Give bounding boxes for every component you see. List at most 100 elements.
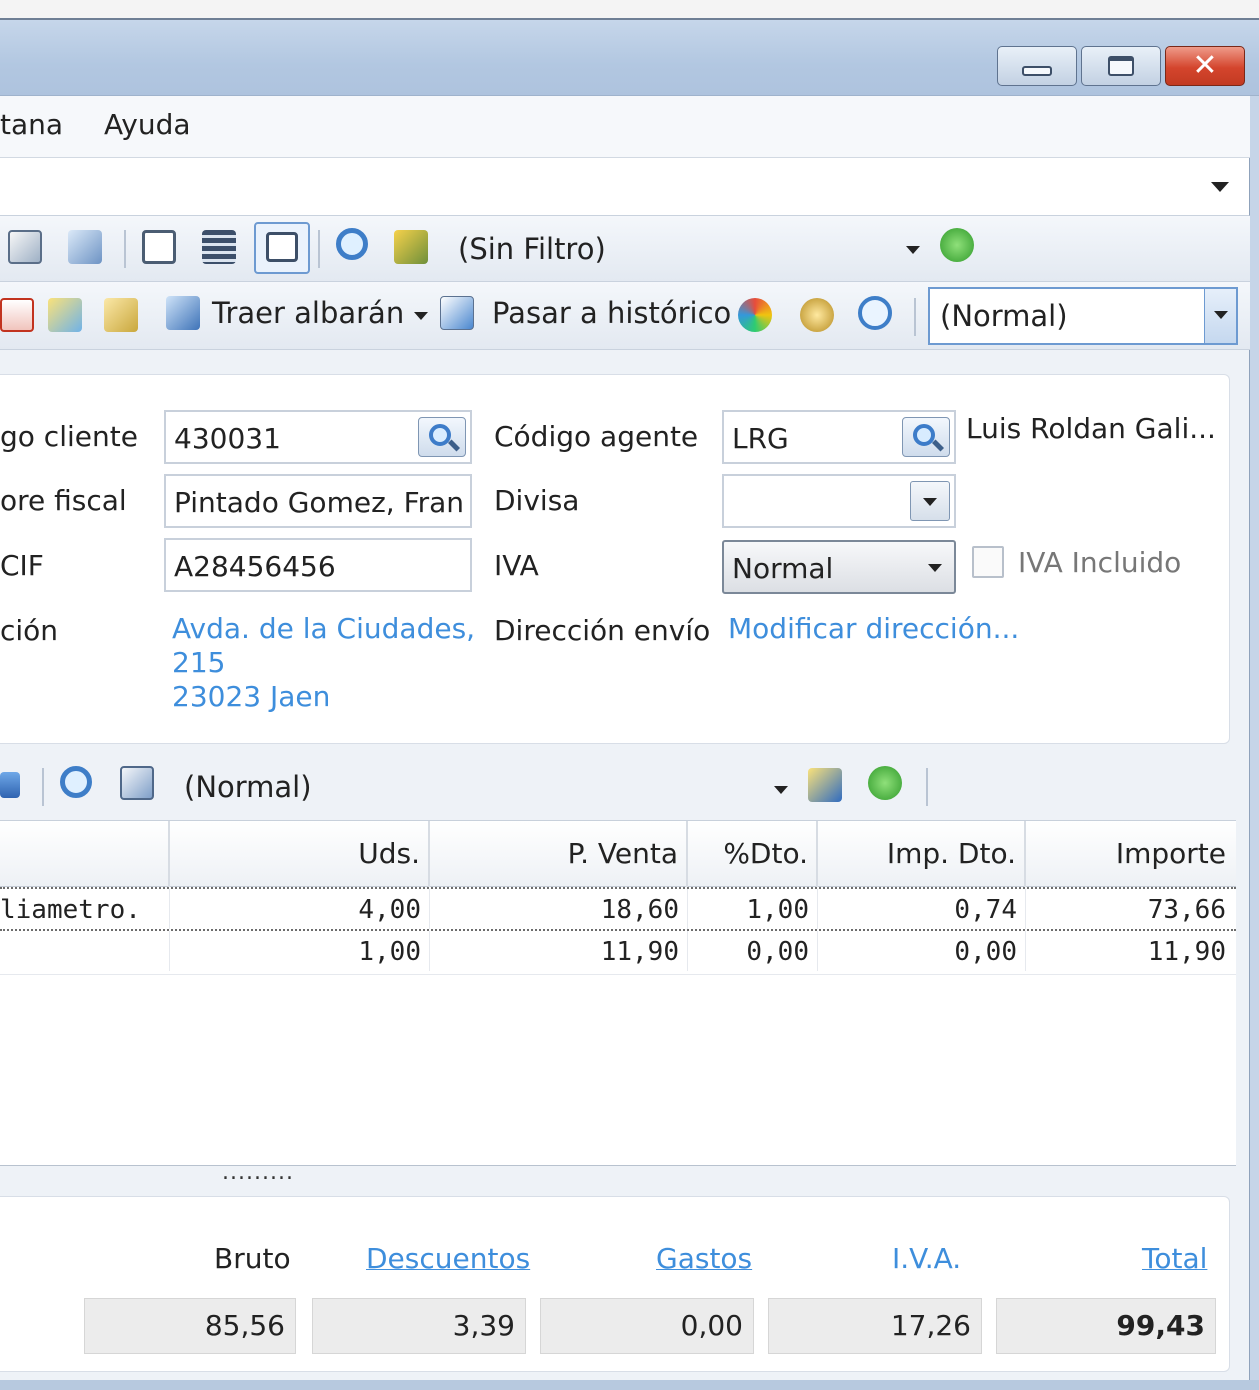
cell-impdto: 0,00 [818, 931, 1026, 971]
window-titlebar[interactable]: ✕ [0, 20, 1259, 96]
chevron-down-icon[interactable] [1211, 182, 1229, 192]
grid-settings-icon[interactable] [120, 766, 154, 800]
cell-impdto: 0,74 [818, 889, 1026, 929]
chevron-down-icon [923, 498, 937, 506]
cell-descripcion: liametro. [0, 889, 170, 929]
bruto-value: 85,56 [84, 1298, 296, 1354]
agente-nombre: Luis Roldan Gali... [966, 412, 1216, 445]
direccion-label: ción [0, 614, 59, 647]
nombre-fiscal-value: Pintado Gomez, Francis [174, 486, 464, 519]
history-icon[interactable] [440, 296, 474, 330]
total-value: 99,43 [996, 1298, 1216, 1354]
descuentos-link[interactable]: Descuentos [366, 1242, 530, 1275]
iva-select[interactable]: Normal [722, 540, 956, 594]
print-preview-icon[interactable] [8, 230, 42, 264]
chevron-down-icon[interactable] [906, 246, 920, 254]
nombre-fiscal-field[interactable]: Pintado Gomez, Francis [164, 474, 472, 528]
form-view-icon[interactable] [142, 230, 176, 264]
arrow-down-icon[interactable] [0, 772, 20, 798]
column-header-descripcion[interactable] [0, 821, 170, 887]
cif-field[interactable]: A28456456 [164, 538, 472, 592]
close-button[interactable]: ✕ [1165, 46, 1245, 86]
iva-value: 17,26 [768, 1298, 982, 1354]
panel-splitter[interactable]: ......... [222, 1160, 294, 1185]
lines-grid[interactable]: Uds. P. Venta %Dto. Imp. Dto. Importe li… [0, 820, 1236, 1166]
pdf-icon[interactable] [0, 298, 34, 332]
export-icon[interactable] [808, 768, 842, 802]
lines-toolbar: (Normal) [0, 752, 1240, 820]
sound-icon[interactable] [800, 298, 834, 332]
divisa-dropdown-button[interactable] [910, 481, 950, 521]
column-header-uds[interactable]: Uds. [170, 821, 430, 887]
menu-item-ventana[interactable]: tana [0, 108, 63, 141]
divisa-select[interactable] [722, 474, 956, 528]
schedule-icon[interactable] [858, 296, 892, 330]
chevron-down-icon[interactable] [774, 786, 788, 794]
maximize-button[interactable] [1081, 46, 1161, 86]
copy-icon[interactable] [68, 230, 102, 264]
cell-importe: 73,66 [1147, 895, 1226, 925]
agent-lookup-button[interactable] [902, 417, 950, 457]
view-mode-value: (Normal) [940, 299, 1068, 333]
codigo-agente-field[interactable]: LRG [722, 410, 956, 464]
window-controls: ✕ [997, 46, 1245, 86]
search-icon[interactable] [336, 228, 368, 260]
secondary-toolbar: Traer albarán Pasar a histórico (Normal) [0, 282, 1250, 350]
pasar-historico-button[interactable]: Pasar a histórico [492, 296, 731, 330]
refresh-icon[interactable] [868, 766, 902, 800]
main-toolbar: (Sin Filtro) [0, 216, 1250, 282]
view-mode-select[interactable]: (Normal) [928, 287, 1238, 345]
direccion-link-line3[interactable]: 23023 Jaen [172, 680, 330, 714]
column-header-pventa[interactable]: P. Venta [430, 821, 688, 887]
descuentos-value: 3,39 [312, 1298, 526, 1354]
view-mode-dropdown-button[interactable] [1204, 289, 1236, 343]
column-header-impdto[interactable]: Imp. Dto. [818, 821, 1026, 887]
cell-importe: 11,90 [1147, 937, 1226, 967]
iva-value: Normal [732, 552, 834, 585]
gastos-value: 0,00 [540, 1298, 754, 1354]
codigo-cliente-value: 430031 [174, 422, 281, 455]
refresh-icon[interactable] [940, 228, 974, 262]
codigo-cliente-label: go cliente [0, 420, 138, 453]
document-icon [266, 232, 298, 262]
lines-view-mode[interactable]: (Normal) [184, 770, 312, 804]
iva-incluido-checkbox[interactable] [972, 546, 1004, 578]
cell-dto: 1,00 [688, 889, 818, 929]
direccion-link-line2[interactable]: 215 [172, 646, 225, 680]
cell-descripcion [0, 931, 170, 971]
cif-value: A28456456 [174, 550, 336, 583]
iva-incluido-label: IVA Incluido [1018, 546, 1182, 579]
cell-pventa: 18,60 [430, 889, 688, 929]
gastos-link[interactable]: Gastos [656, 1242, 752, 1275]
codigo-agente-value: LRG [732, 422, 789, 455]
cell-uds: 1,00 [170, 931, 430, 971]
modificar-direccion-link[interactable]: Modificar dirección... [728, 612, 1019, 646]
attach-icon[interactable] [104, 298, 138, 332]
search-icon[interactable] [60, 766, 92, 798]
menu-item-ayuda[interactable]: Ayuda [104, 108, 191, 141]
table-row[interactable]: liametro. 4,00 18,60 1,00 0,74 73,66 [0, 887, 1236, 931]
chevron-down-icon[interactable] [414, 312, 428, 320]
column-header-dto[interactable]: %Dto. [688, 821, 818, 887]
total-link[interactable]: Total [1142, 1242, 1207, 1275]
toolbar-separator [926, 768, 928, 806]
email-icon[interactable] [48, 298, 82, 332]
filter-edit-icon[interactable] [394, 230, 428, 264]
sync-icon[interactable] [738, 298, 772, 332]
minimize-button[interactable] [997, 46, 1077, 86]
cell-uds: 4,00 [170, 889, 430, 929]
direccion-link-line1[interactable]: Avda. de la Ciudades, [172, 612, 475, 646]
traer-albaran-button[interactable]: Traer albarán [212, 296, 404, 330]
codigo-cliente-field[interactable]: 430031 [164, 410, 472, 464]
client-lookup-button[interactable] [418, 417, 466, 457]
iva-total-label: I.V.A. [892, 1242, 962, 1275]
window-bottom-border [0, 1380, 1259, 1390]
table-row[interactable]: 1,00 11,90 0,00 0,00 11,90 [0, 931, 1236, 975]
direccion-envio-label: Dirección envío [494, 614, 711, 647]
filter-label[interactable]: (Sin Filtro) [458, 232, 606, 266]
column-header-importe[interactable]: Importe [1026, 821, 1234, 887]
import-delivery-icon[interactable] [166, 296, 200, 330]
document-selector[interactable] [0, 158, 1250, 216]
toolbar-separator [42, 768, 44, 806]
list-view-icon[interactable] [202, 230, 236, 264]
